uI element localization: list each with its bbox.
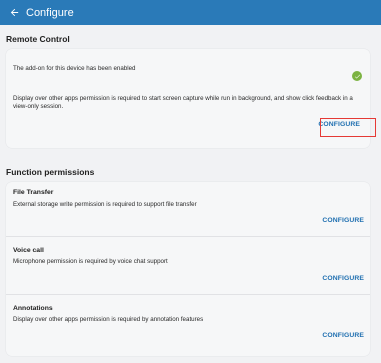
annotations-desc: Display over other apps permission is re… [13,316,204,323]
remote-control-card: The add-on for this device has been enab… [6,49,370,148]
voice-call-title: Voice call [13,247,44,254]
function-permissions-card: File Transfer External storage write per… [6,182,370,356]
divider [6,236,370,237]
file-transfer-configure-button[interactable]: CONFIGURE [322,217,364,224]
annotations-configure-button[interactable]: CONFIGURE [322,332,364,339]
check-circle-icon [352,71,362,81]
function-permissions-heading: Function permissions [6,167,95,177]
back-button[interactable] [3,0,25,25]
addon-enabled-text: The add-on for this device has been enab… [13,65,136,72]
screen-capture-permission-text: Display over other apps permission is re… [13,95,353,110]
file-transfer-desc: External storage write permission is req… [13,201,197,208]
app-bar: Configure [0,0,381,25]
annotations-title: Annotations [13,305,53,312]
voice-call-configure-button[interactable]: CONFIGURE [322,275,364,282]
remote-control-heading: Remote Control [6,34,70,44]
arrow-left-icon [10,8,18,17]
file-transfer-title: File Transfer [13,189,54,196]
divider [6,294,370,295]
highlight-box [320,118,376,137]
page-title: Configure [26,6,74,19]
voice-call-desc: Microphone permission is required by voi… [13,258,168,265]
